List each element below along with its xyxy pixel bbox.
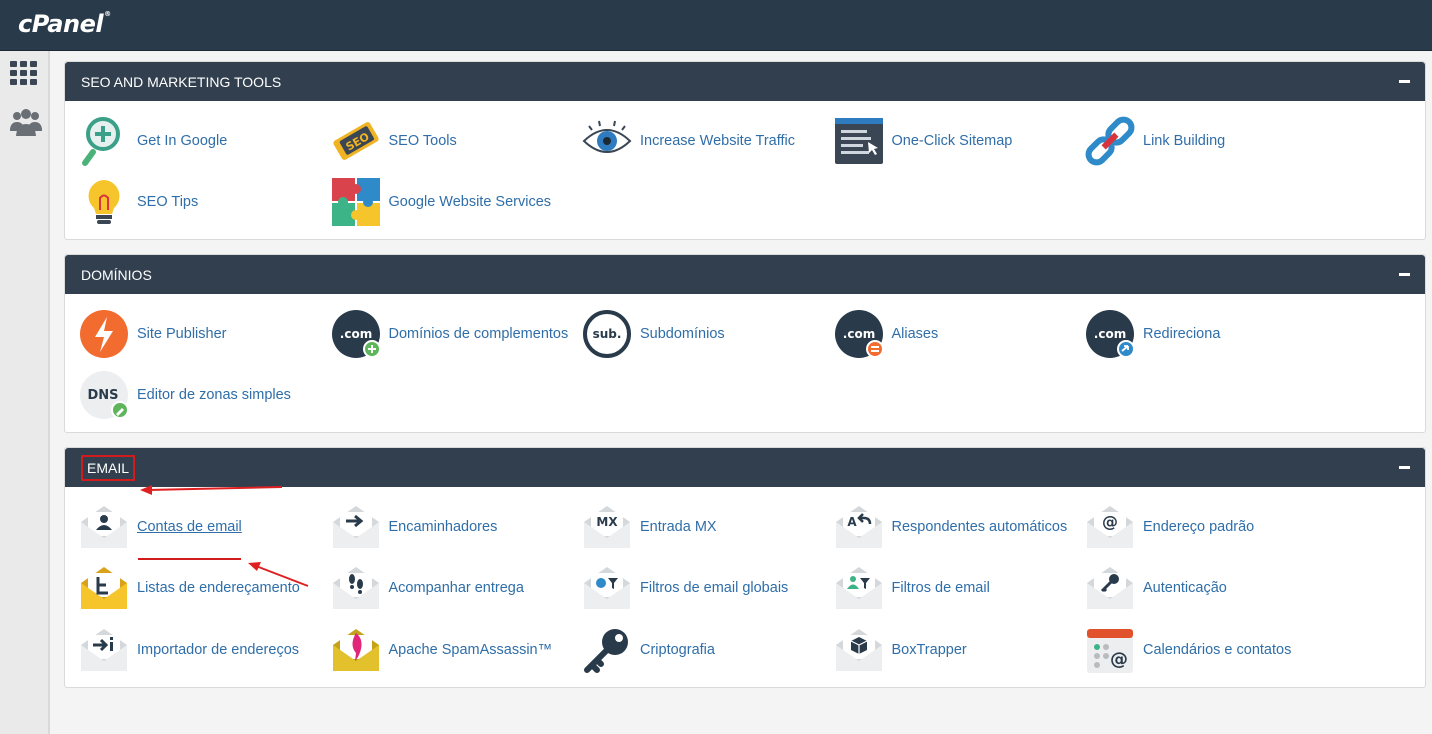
item-redirects[interactable]: .com Redireciona (1085, 304, 1337, 364)
panel-title-domains: DOMÍNIOS (81, 266, 152, 283)
dotcom-alias-icon: .com (834, 309, 884, 359)
panel-title-email: EMAIL (87, 459, 130, 476)
item-increase-website-traffic[interactable]: Increase Website Traffic (582, 111, 834, 171)
panel-header-email[interactable]: EMAIL (65, 448, 1425, 487)
item-aliases[interactable]: .com Aliases (834, 304, 1086, 364)
eye-icon (582, 116, 632, 166)
collapse-icon[interactable] (1399, 466, 1410, 469)
chain-link-icon (1085, 116, 1135, 166)
top-header-bar: cPanel® (0, 0, 1432, 51)
dotcom-add-icon: .com (331, 309, 381, 359)
users-icon[interactable] (10, 107, 42, 142)
dns-edit-icon: DNS (79, 370, 129, 420)
envelope-autoreply-icon: A (834, 502, 884, 552)
calendar-contacts-icon: @ (1085, 625, 1135, 675)
item-apache-spamassassin[interactable]: Apache SpamAssassin™ (331, 620, 583, 680)
item-google-website-services[interactable]: Google Website Services (331, 172, 583, 232)
item-get-in-google[interactable]: Get In Google (79, 111, 331, 171)
sitemap-window-icon (834, 116, 884, 166)
svg-text:.com: .com (339, 327, 371, 341)
item-autoresponders[interactable]: A Respondentes automáticos (834, 497, 1086, 557)
item-one-click-sitemap[interactable]: One-Click Sitemap (834, 111, 1086, 171)
envelope-forward-icon (331, 502, 381, 552)
item-calendars-contacts[interactable]: @ Calendários e contatos (1085, 620, 1337, 680)
dotcom-redirect-icon: .com (1085, 309, 1135, 359)
puzzle-icon (331, 177, 381, 227)
svg-text:A: A (847, 515, 857, 529)
envelope-import-icon (79, 625, 129, 675)
left-sidebar (0, 51, 50, 734)
panel-header-domains[interactable]: DOMÍNIOS (65, 255, 1425, 294)
envelope-key-icon (1085, 563, 1135, 613)
panel-title-seo: SEO AND MARKETING TOOLS (81, 73, 282, 90)
item-mailing-lists[interactable]: Listas de endereçamento (79, 558, 331, 618)
item-forwarders[interactable]: Encaminhadores (331, 497, 583, 557)
subdomain-icon: sub. (582, 309, 632, 359)
item-subdomains[interactable]: sub. Subdomínios (582, 304, 834, 364)
item-default-address[interactable]: @ Endereço padrão (1085, 497, 1337, 557)
svg-text:@: @ (1102, 512, 1118, 531)
item-encryption[interactable]: Criptografia (582, 620, 834, 680)
envelope-global-filter-icon (582, 563, 632, 613)
svg-text:DNS: DNS (87, 388, 118, 403)
envelope-list-icon (79, 563, 129, 613)
envelope-box-icon (834, 625, 884, 675)
item-address-importer[interactable]: Importador de endereços (79, 620, 331, 680)
svg-text:sub.: sub. (593, 327, 622, 341)
envelope-feather-icon (331, 625, 381, 675)
item-site-publisher[interactable]: Site Publisher (79, 304, 331, 364)
lightbulb-icon (79, 177, 129, 227)
cpanel-logo[interactable]: cPanel® (18, 10, 111, 38)
key-icon (582, 625, 632, 675)
item-mx-entry[interactable]: MX Entrada MX (582, 497, 834, 557)
item-seo-tools[interactable]: SEO SEO Tools (331, 111, 583, 171)
collapse-icon[interactable] (1399, 273, 1410, 276)
item-email-accounts[interactable]: Contas de email (79, 497, 331, 557)
collapse-icon[interactable] (1399, 80, 1410, 83)
bolt-icon (79, 309, 129, 359)
panel-seo-marketing: SEO AND MARKETING TOOLS Get In Google SE… (64, 61, 1426, 240)
item-seo-tips[interactable]: SEO Tips (79, 172, 331, 232)
item-global-email-filters[interactable]: Filtros de email globais (582, 558, 834, 618)
item-track-delivery[interactable]: Acompanhar entrega (331, 558, 583, 618)
envelope-user-icon (79, 502, 129, 552)
svg-text:.com: .com (842, 327, 874, 341)
item-boxtrapper[interactable]: BoxTrapper (834, 620, 1086, 680)
grid-icon[interactable] (10, 61, 38, 90)
envelope-mx-icon: MX (582, 502, 632, 552)
envelope-at-icon: @ (1085, 502, 1135, 552)
item-authentication[interactable]: Autenticação (1085, 558, 1337, 618)
panel-domains: DOMÍNIOS Site Publisher .com Domínios de… (64, 254, 1426, 433)
panel-header-seo[interactable]: SEO AND MARKETING TOOLS (65, 62, 1425, 101)
main-content: SEO AND MARKETING TOOLS Get In Google SE… (64, 61, 1426, 702)
envelope-user-filter-icon (834, 563, 884, 613)
svg-text:@: @ (1110, 649, 1128, 670)
item-zone-editor[interactable]: DNS Editor de zonas simples (79, 365, 331, 425)
email-title-highlight-box: EMAIL (81, 454, 136, 481)
magnify-plus-icon (79, 116, 129, 166)
svg-text:MX: MX (596, 515, 618, 529)
envelope-footprints-icon (331, 563, 381, 613)
svg-text:.com: .com (1094, 327, 1126, 341)
panel-email: EMAIL Contas de email Encaminhadores MX (64, 447, 1426, 688)
item-link-building[interactable]: Link Building (1085, 111, 1337, 171)
item-addon-domains[interactable]: .com Domínios de complementos (331, 304, 583, 364)
seo-tag-icon: SEO (331, 116, 381, 166)
item-email-filters[interactable]: Filtros de email (834, 558, 1086, 618)
